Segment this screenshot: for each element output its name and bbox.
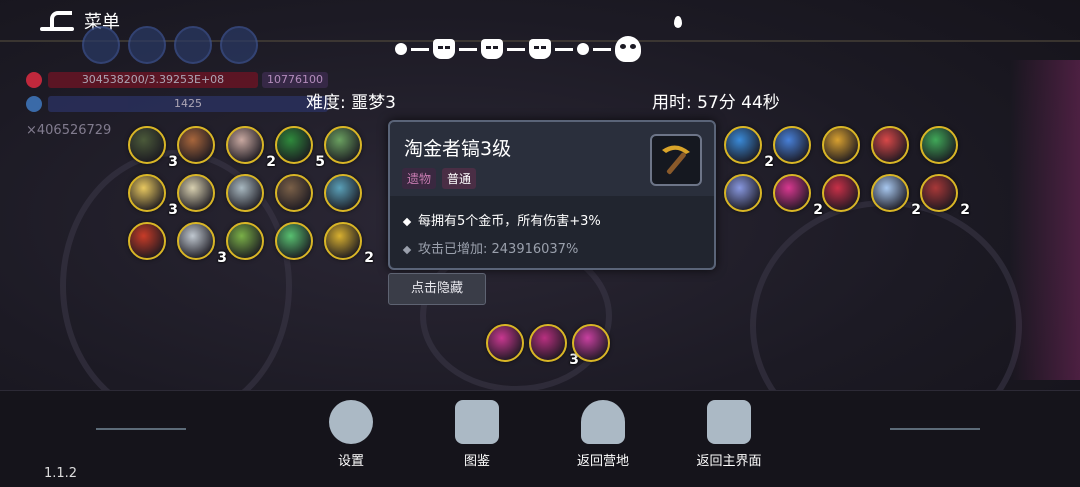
skill-slot xyxy=(174,26,212,64)
potion-icon[interactable] xyxy=(871,126,909,164)
book-icon xyxy=(455,400,499,444)
item-count: 3 xyxy=(217,250,227,266)
item-count: 2 xyxy=(960,202,970,218)
elite-face-icon xyxy=(481,39,503,59)
skill-slot xyxy=(82,26,120,64)
coin-count: ×406526729 xyxy=(26,123,112,138)
item-count: 5 xyxy=(315,154,325,170)
item-count: 2 xyxy=(911,202,921,218)
golem-icon xyxy=(707,400,751,444)
sword-icon[interactable]: 3 xyxy=(177,222,227,266)
gear-icon xyxy=(329,400,373,444)
tooltip-stat: 攻击已增加: 243916037% xyxy=(402,238,579,257)
pickaxe-icon xyxy=(650,134,702,186)
turtle-shell-icon[interactable] xyxy=(920,126,958,164)
mana-icon xyxy=(26,96,42,112)
item-count: 2 xyxy=(266,154,276,170)
main-menu-button[interactable]: 返回主界面 xyxy=(684,400,774,469)
stage-dot-icon xyxy=(395,43,407,55)
bone-icon[interactable]: 2 xyxy=(226,126,276,170)
ring-icon[interactable]: 2 xyxy=(724,126,774,170)
tooltip-tag-type: 遗物 xyxy=(402,168,437,189)
item-count: 2 xyxy=(364,250,374,266)
tooltip-effect-text: 每拥有5个金币，所有伤害+3% xyxy=(418,214,601,229)
stage-connector xyxy=(555,47,573,51)
item-count: 3 xyxy=(168,202,178,218)
crate-icon[interactable] xyxy=(128,222,166,260)
lotus-icon[interactable]: 2 xyxy=(871,174,921,218)
cocoon-icon[interactable] xyxy=(177,126,215,164)
background-wall xyxy=(1010,60,1080,380)
campfire-icon xyxy=(581,400,625,444)
codex-button[interactable]: 图鉴 xyxy=(432,400,522,469)
elite-face-icon xyxy=(529,39,551,59)
skill-slot xyxy=(128,26,166,64)
item-tooltip: 淘金者镐3级 遗物 普通 每拥有5个金币，所有伤害+3% 攻击已增加: 2439… xyxy=(388,120,716,270)
hp-max-bar: 10776100 xyxy=(262,72,328,88)
mp-bar: 1425 xyxy=(48,96,328,112)
difficulty-label: 难度: 噩梦3 xyxy=(306,93,396,113)
stage-dot-icon xyxy=(577,43,589,55)
red-eye-icon[interactable] xyxy=(822,174,860,212)
pink-eye-icon[interactable]: 2 xyxy=(773,174,823,218)
version-label: 1.1.2 xyxy=(44,466,78,481)
bullet-icon xyxy=(402,217,412,226)
moss-icon[interactable]: 5 xyxy=(275,126,325,170)
bullet-icon xyxy=(402,245,412,254)
pink-rune-icon[interactable] xyxy=(486,324,524,362)
heart-icon xyxy=(26,72,42,88)
crystal-icon[interactable] xyxy=(724,174,762,212)
stage-connector xyxy=(459,47,477,51)
hide-button[interactable]: 点击隐藏 xyxy=(388,273,486,305)
tooltip-stat-text: 攻击已增加: 243916037% xyxy=(418,242,579,257)
stage-connector xyxy=(411,47,429,51)
camp-label: 返回营地 xyxy=(576,454,629,469)
alien-mask-icon[interactable]: 3 xyxy=(128,126,178,170)
pink-gear-icon[interactable]: 3 xyxy=(529,324,579,368)
codex-label: 图鉴 xyxy=(463,454,490,469)
right-flourish xyxy=(890,428,980,430)
settings-label: 设置 xyxy=(337,454,364,469)
stage-connector xyxy=(507,47,525,51)
tooltip-title: 淘金者镐3级 xyxy=(404,138,512,160)
bottom-bar xyxy=(0,390,1080,487)
tooltip-body xyxy=(390,196,714,268)
seed-icon[interactable] xyxy=(226,222,264,260)
camp-button[interactable]: 返回营地 xyxy=(558,400,648,469)
hedgehog-icon[interactable] xyxy=(275,174,313,212)
item-count: 2 xyxy=(764,154,774,170)
compass-icon[interactable] xyxy=(226,174,264,212)
time-label: 用时: 57分 44秒 xyxy=(652,93,780,113)
tooltip-tag-rarity: 普通 xyxy=(442,168,477,189)
elite-face-icon xyxy=(433,39,455,59)
twin-mask-icon[interactable] xyxy=(324,174,362,212)
item-count: 2 xyxy=(813,202,823,218)
item-count: 3 xyxy=(168,154,178,170)
main-menu-label: 返回主界面 xyxy=(696,454,762,469)
claw-icon[interactable]: 2 xyxy=(324,222,374,266)
fairy-wing-icon[interactable] xyxy=(177,174,215,212)
back-arrow-icon xyxy=(40,11,74,31)
skill-slot xyxy=(220,26,258,64)
pink-spiral-icon[interactable] xyxy=(572,324,610,362)
cape-icon[interactable]: 2 xyxy=(920,174,970,218)
tooltip-effect: 每拥有5个金币，所有伤害+3% xyxy=(402,210,601,229)
stage-progress xyxy=(395,36,641,62)
tooth-icon[interactable]: 3 xyxy=(128,174,178,218)
leaf-icon[interactable] xyxy=(275,222,313,260)
location-marker-icon xyxy=(674,16,682,28)
boss-skull-icon xyxy=(615,36,641,62)
golden-key-icon[interactable] xyxy=(822,126,860,164)
crown-orb-icon[interactable] xyxy=(773,126,811,164)
settings-button[interactable]: 设置 xyxy=(306,400,396,469)
left-flourish xyxy=(96,428,186,430)
hp-bar: 304538200/3.39253E+08 xyxy=(48,72,258,88)
stage-connector xyxy=(593,47,611,51)
fist-icon[interactable] xyxy=(324,126,362,164)
